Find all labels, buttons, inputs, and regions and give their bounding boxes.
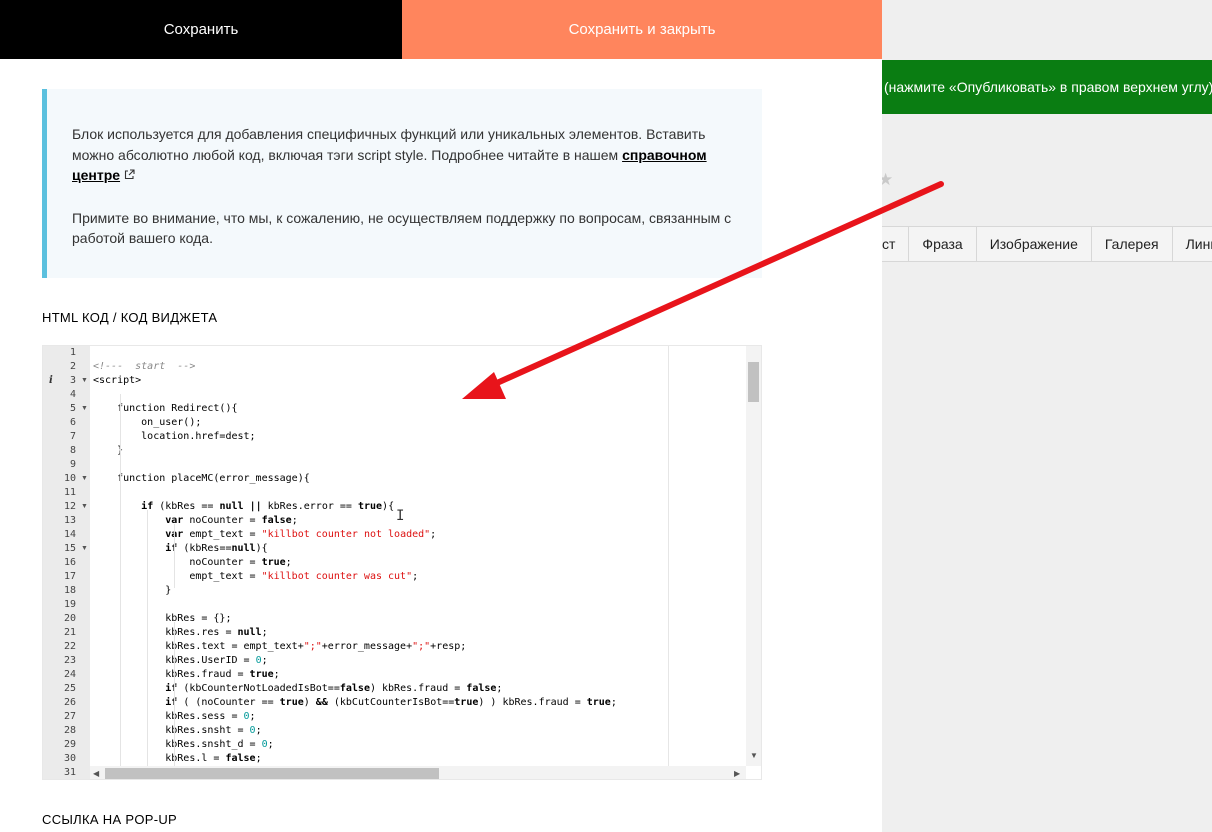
- arrow-head: [462, 372, 506, 399]
- arrow-shaft: [485, 181, 944, 390]
- annotation-arrow: [462, 181, 944, 399]
